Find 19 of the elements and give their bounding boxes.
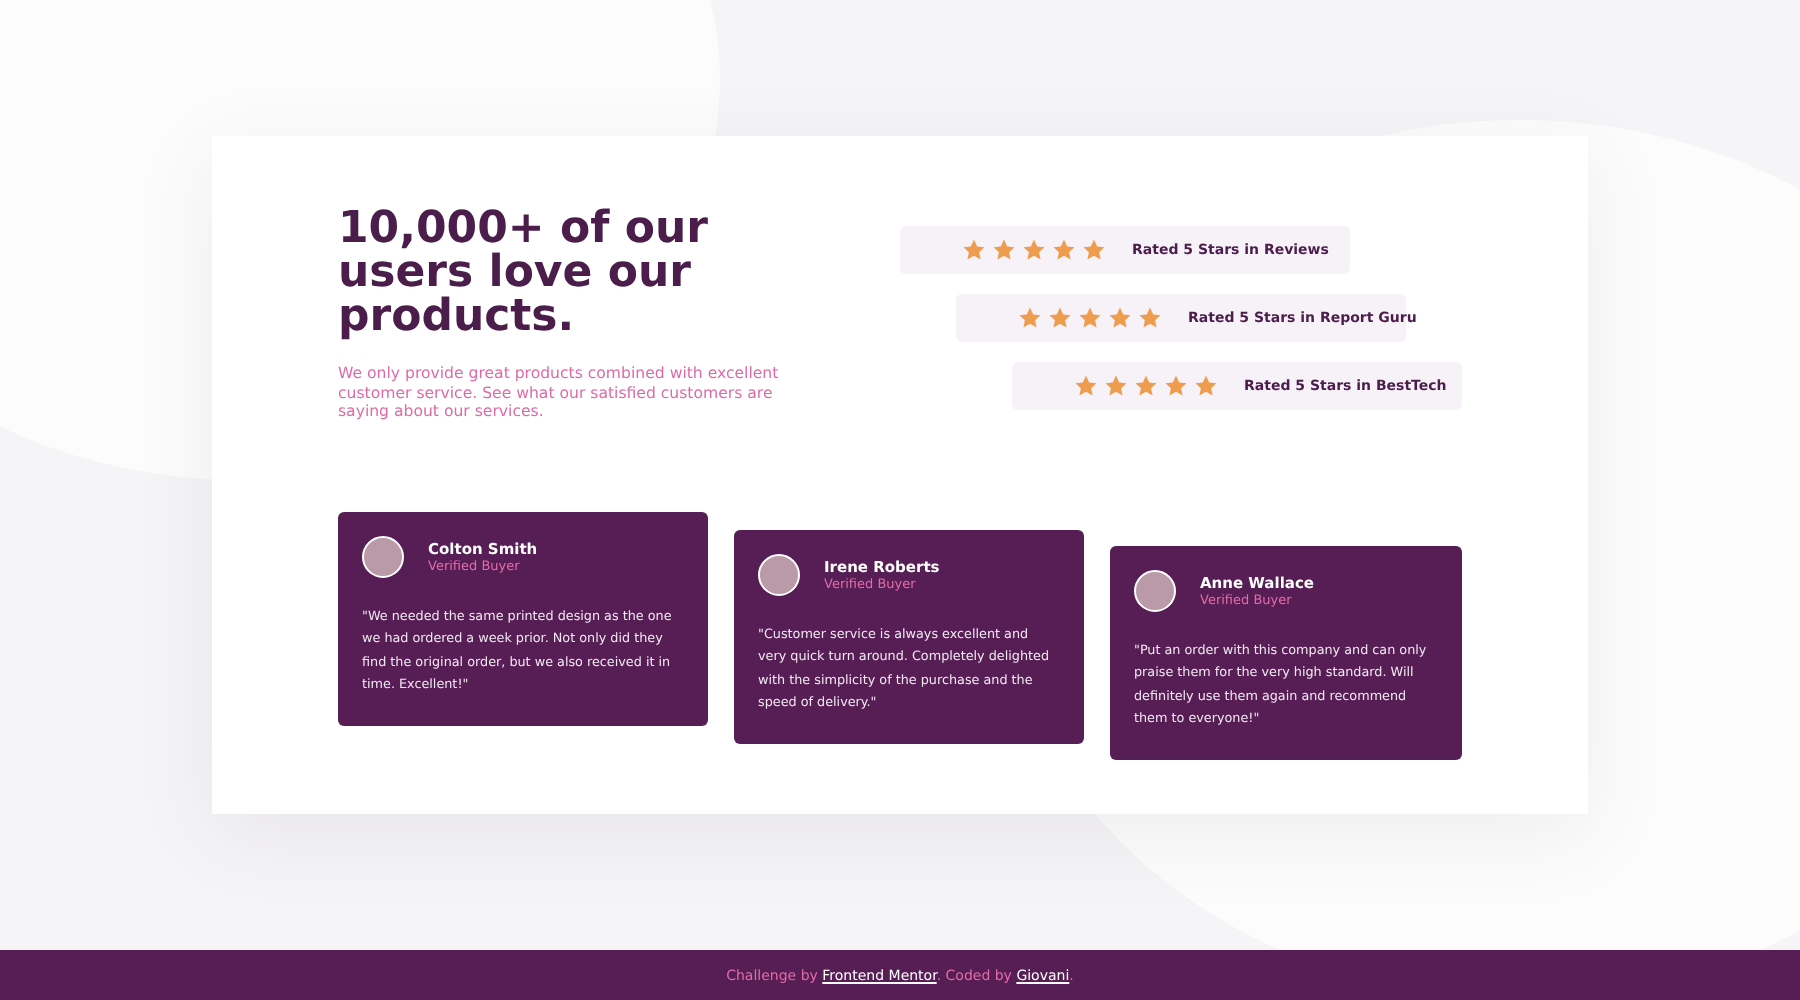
star-icon	[1134, 374, 1158, 398]
star-icon	[1022, 238, 1046, 262]
star-icon	[992, 238, 1016, 262]
star-icon	[1048, 306, 1072, 330]
star-icon	[1074, 374, 1098, 398]
star-icon	[1138, 306, 1162, 330]
avatar	[362, 535, 404, 577]
star-icon	[1018, 306, 1042, 330]
headline: 10,000+ of our users love our products.	[338, 208, 710, 340]
star-icon	[1108, 306, 1132, 330]
star-icon	[1082, 238, 1106, 262]
avatar	[758, 553, 800, 595]
star-icon	[1164, 374, 1188, 398]
star-icon	[1078, 306, 1102, 330]
star-icon	[1194, 374, 1218, 398]
avatar	[1134, 569, 1176, 611]
star-icon	[962, 238, 986, 262]
star-icon	[1104, 374, 1128, 398]
star-icon	[1052, 238, 1076, 262]
